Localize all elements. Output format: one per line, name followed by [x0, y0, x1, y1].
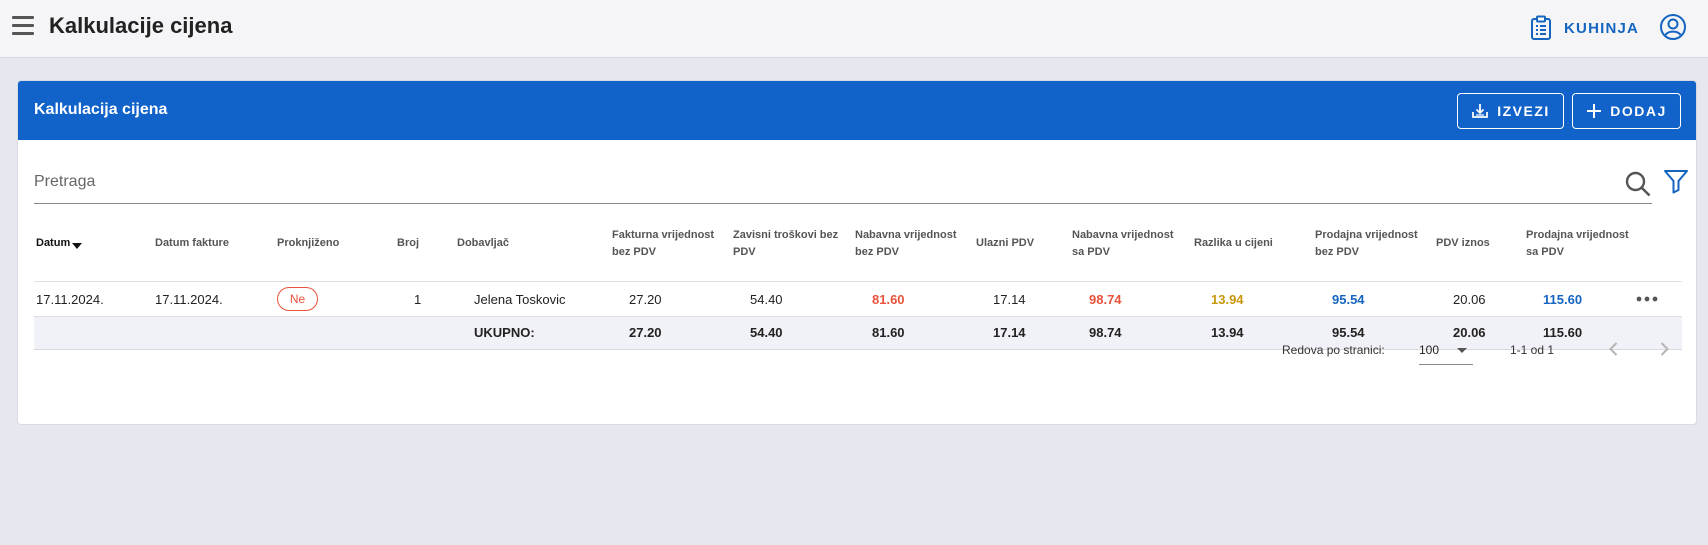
more-horizontal-icon[interactable] [1635, 291, 1659, 307]
clipboard-icon [1531, 15, 1551, 40]
total-prodajna-sa-pdv: 115.60 [1543, 325, 1583, 340]
total-ulazni-pdv: 17.14 [993, 325, 1026, 340]
total-razlika: 13.94 [1211, 325, 1244, 340]
total-nabavna-sa-pdv: 98.74 [1089, 325, 1122, 340]
cell-datum-fakture: 17.11.2024. [155, 292, 223, 307]
column-header-ulazni-pdv[interactable]: Ulazni PDV [976, 235, 1034, 252]
cell-datum: 17.11.2024. [36, 292, 104, 307]
column-header-pdv-iznos[interactable]: PDV iznos [1436, 235, 1490, 252]
search-field[interactable] [34, 162, 1652, 204]
cell-prodajna-sa-pdv: 115.60 [1543, 292, 1583, 307]
column-header-prodajna-sa-pdv[interactable]: Prodajna vrijednost sa PDV [1526, 227, 1629, 261]
totals-label: UKUPNO: [474, 325, 535, 340]
chevron-right-icon[interactable] [1652, 337, 1676, 361]
column-header-broj[interactable]: Broj [397, 235, 419, 252]
chevron-left-icon[interactable] [1602, 337, 1626, 361]
cell-razlika: 13.94 [1211, 292, 1244, 307]
search-icon[interactable] [1624, 170, 1652, 198]
column-header-proknjizeno[interactable]: Proknjiženo [277, 235, 339, 252]
rows-per-page-value: 100 [1419, 343, 1440, 357]
cell-zavisni-troskovi: 54.40 [750, 292, 783, 307]
column-header-nabavna-sa-pdv[interactable]: Nabavna vrijednost sa PDV [1072, 227, 1173, 261]
rows-per-page-label: Redova po stranici: [1282, 343, 1385, 357]
kitchen-label: KUHINJA [1564, 19, 1640, 37]
add-button[interactable]: DODAJ [1572, 93, 1681, 129]
card-header: Kalkulacija cijena IZVEZI DODAJ [18, 81, 1696, 140]
column-header-datum-fakture[interactable]: Datum fakture [155, 235, 229, 252]
cell-nabavna-sa-pdv: 98.74 [1089, 292, 1122, 307]
column-header-prodajna-bez-pdv[interactable]: Prodajna vrijednost bez PDV [1315, 227, 1418, 261]
kitchen-button[interactable]: KUHINJA [1530, 14, 1639, 42]
column-header-razlika[interactable]: Razlika u cijeni [1194, 235, 1273, 252]
export-label: IZVEZI [1497, 103, 1550, 119]
sort-desc-icon [72, 243, 83, 249]
column-header-nabavna-bez-pdv[interactable]: Nabavna vrijednost bez PDV [855, 227, 956, 261]
card-title: Kalkulacija cijena [34, 101, 168, 118]
menu-icon[interactable] [12, 16, 34, 36]
cell-fakturna: 27.20 [629, 292, 662, 307]
export-button[interactable]: IZVEZI [1457, 93, 1564, 129]
status-badge[interactable]: Ne [277, 287, 318, 311]
total-fakturna: 27.20 [629, 325, 662, 340]
download-icon [1472, 104, 1489, 118]
search-input[interactable] [34, 164, 1594, 200]
cell-pdv-iznos: 20.06 [1453, 292, 1486, 307]
page-title: Kalkulacije cijena [49, 13, 233, 38]
caret-down-icon [1457, 348, 1467, 353]
table-row[interactable]: 17.11.2024. 17.11.2024. Ne 1 Jelena Tosk… [34, 281, 1682, 317]
cell-broj: 1 [414, 292, 422, 307]
total-zavisni-troskovi: 54.40 [750, 325, 783, 340]
cell-prodajna-bez-pdv: 95.54 [1332, 292, 1365, 307]
cell-ulazni-pdv: 17.14 [993, 292, 1026, 307]
column-header-datum[interactable]: Datum [36, 235, 83, 252]
add-label: DODAJ [1610, 103, 1667, 119]
pagination-range: 1-1 od 1 [1510, 343, 1555, 357]
cell-dobavljac: Jelena Toskovic [474, 292, 566, 307]
app-bar: Kalkulacije cijena KUHINJA [0, 0, 1708, 58]
column-header-zavisni-troskovi[interactable]: Zavisni troškovi bez PDV [733, 227, 838, 261]
cell-nabavna-bez-pdv: 81.60 [872, 292, 905, 307]
total-prodajna-bez-pdv: 95.54 [1332, 325, 1365, 340]
calculation-card: Kalkulacija cijena IZVEZI DODAJ Datum [17, 80, 1697, 425]
filter-icon[interactable] [1662, 167, 1690, 195]
column-header-fakturna[interactable]: Fakturna vrijednost bez PDV [612, 227, 714, 261]
rows-per-page-select[interactable]: 100 [1419, 335, 1473, 365]
account-icon[interactable] [1659, 13, 1687, 41]
total-nabavna-bez-pdv: 81.60 [872, 325, 905, 340]
column-header-dobavljac[interactable]: Dobavljač [457, 235, 509, 252]
plus-icon [1587, 104, 1602, 118]
